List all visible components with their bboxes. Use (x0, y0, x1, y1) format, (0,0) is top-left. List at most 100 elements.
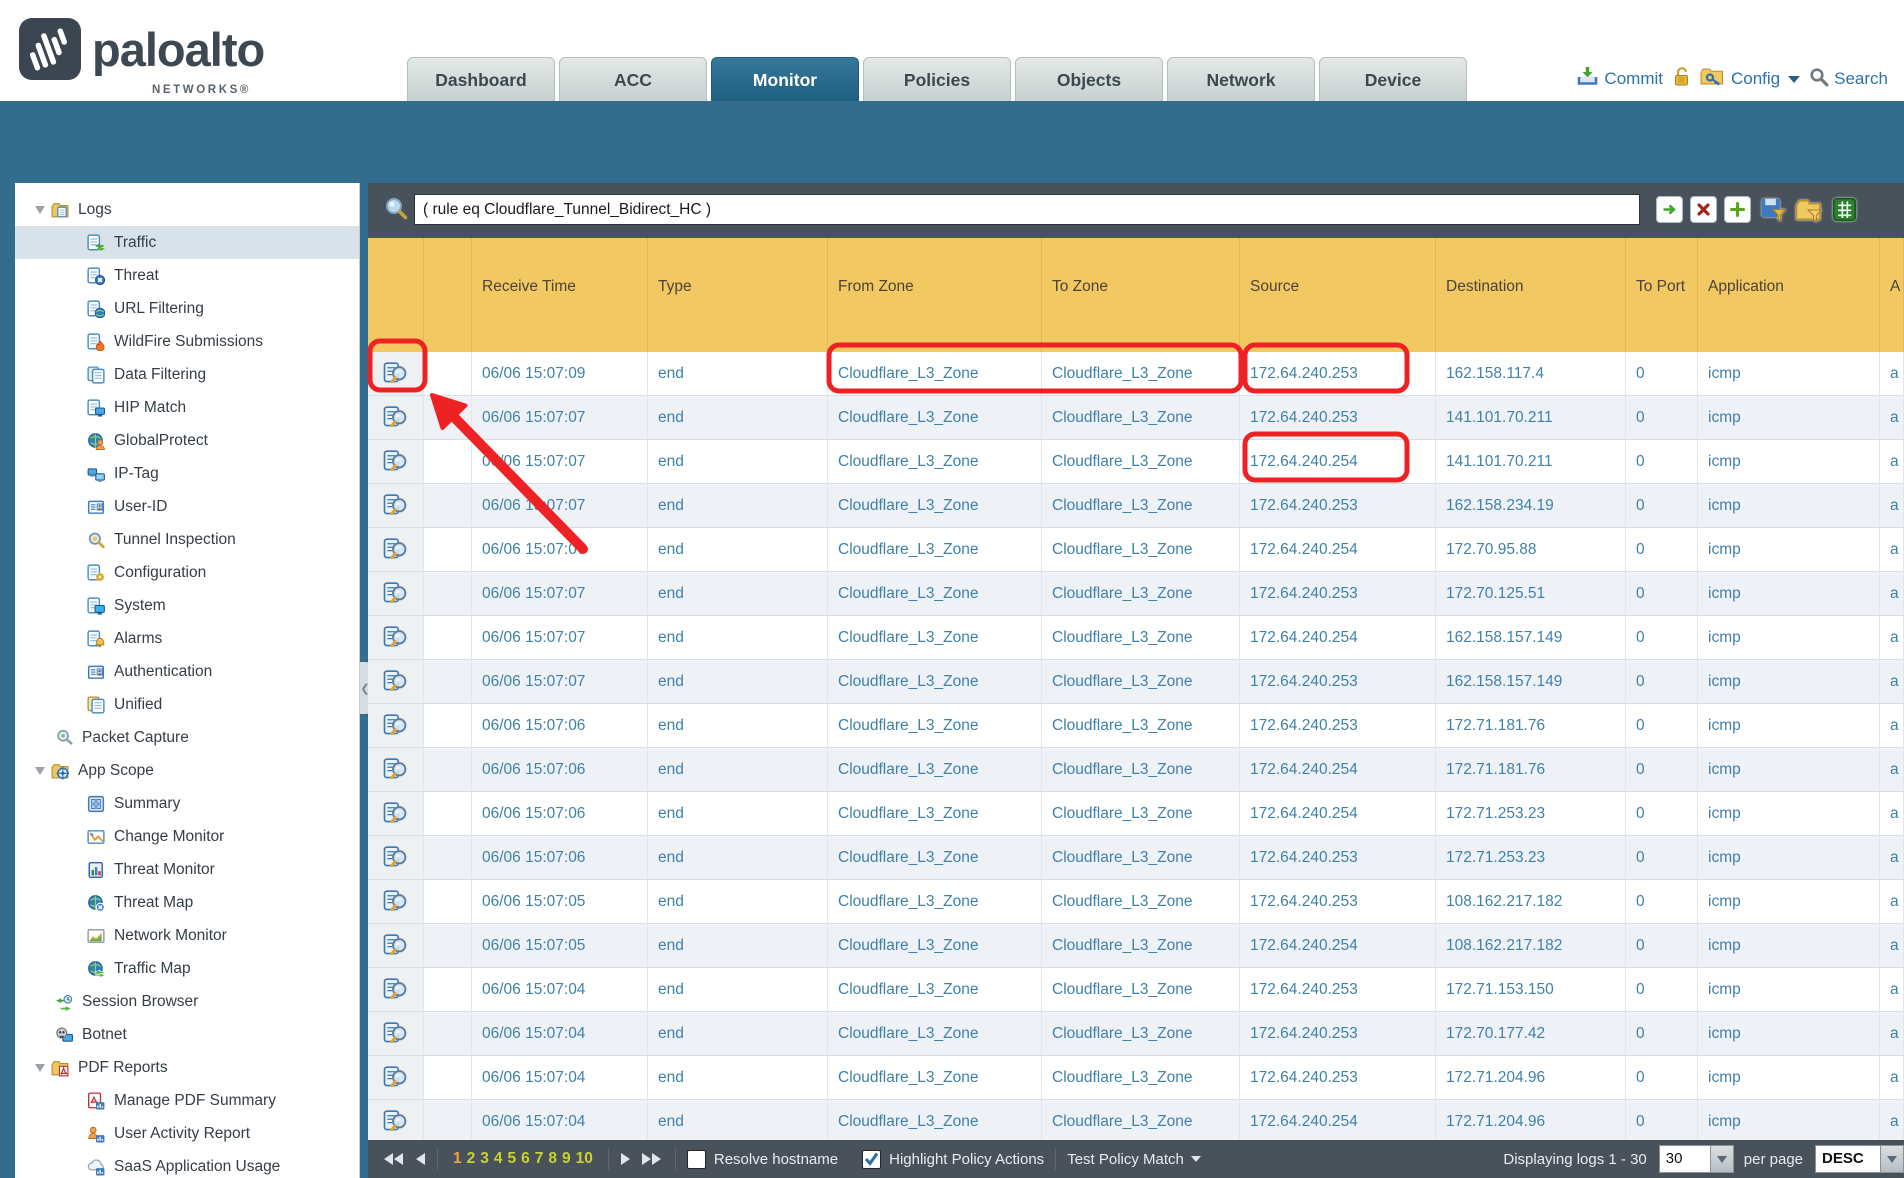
page-number-7[interactable]: 7 (535, 1150, 544, 1168)
cell-receive-time[interactable]: 06/06 15:07:06 (472, 748, 648, 792)
log-row[interactable]: 06/06 15:07:05endCloudflare_L3_ZoneCloud… (368, 924, 1904, 968)
cell-to-port[interactable]: 0 (1626, 1012, 1698, 1056)
log-detail-magnifier-icon[interactable] (368, 748, 424, 792)
search-button[interactable]: Search (1809, 67, 1888, 92)
per-page-dropdown-button[interactable] (1711, 1145, 1734, 1173)
tab-dashboard[interactable]: Dashboard (407, 57, 555, 101)
cell-from-zone[interactable]: Cloudflare_L3_Zone (828, 484, 1042, 528)
page-number-3[interactable]: 3 (480, 1150, 489, 1168)
sidebar-item-threat-monitor[interactable]: Threat Monitor (15, 853, 359, 886)
log-detail-magnifier-icon[interactable] (368, 484, 424, 528)
cell-action[interactable]: a (1880, 968, 1904, 1012)
sidebar-item-ip-tag[interactable]: IP-Tag (15, 457, 359, 490)
cell-source[interactable]: 172.64.240.253 (1240, 660, 1436, 704)
cell-source[interactable]: 172.64.240.254 (1240, 748, 1436, 792)
log-detail-magnifier-icon[interactable] (368, 440, 424, 484)
log-row[interactable]: 06/06 15:07:06endCloudflare_L3_ZoneCloud… (368, 704, 1904, 748)
tab-network[interactable]: Network (1167, 57, 1315, 101)
cell-from-zone[interactable]: Cloudflare_L3_Zone (828, 572, 1042, 616)
cell-action[interactable]: a (1880, 1056, 1904, 1100)
sidebar-item-url-filtering[interactable]: URL Filtering (15, 292, 359, 325)
cell-type[interactable]: end (648, 704, 828, 748)
column-header-destination[interactable]: Destination (1436, 238, 1626, 352)
cell-from-zone[interactable]: Cloudflare_L3_Zone (828, 880, 1042, 924)
last-page-icon[interactable] (640, 1152, 664, 1166)
cell-receive-time[interactable]: 06/06 15:07:07 (472, 440, 648, 484)
cell-to-port[interactable]: 0 (1626, 352, 1698, 396)
cell-from-zone[interactable]: Cloudflare_L3_Zone (828, 924, 1042, 968)
column-header-type[interactable]: Type (648, 238, 828, 352)
cell-source[interactable]: 172.64.240.253 (1240, 1056, 1436, 1100)
cell-destination[interactable]: 172.71.253.23 (1436, 836, 1626, 880)
sidebar-item-network-monitor[interactable]: Network Monitor (15, 919, 359, 952)
cell-action[interactable]: a (1880, 1012, 1904, 1056)
sidebar-item-session-browser[interactable]: Session Browser (15, 985, 359, 1018)
cell-destination[interactable]: 108.162.217.182 (1436, 924, 1626, 968)
cell-to-zone[interactable]: Cloudflare_L3_Zone (1042, 792, 1240, 836)
cell-to-port[interactable]: 0 (1626, 880, 1698, 924)
sidebar-item-pdf-reports[interactable]: PDF Reports (15, 1051, 359, 1084)
cell-source[interactable]: 172.64.240.254 (1240, 616, 1436, 660)
cell-type[interactable]: end (648, 1100, 828, 1144)
cell-action[interactable]: a (1880, 1100, 1904, 1144)
sidebar-item-manage-pdf-summary[interactable]: Manage PDF Summary (15, 1084, 359, 1117)
log-row[interactable]: 06/06 15:07:07endCloudflare_L3_ZoneCloud… (368, 572, 1904, 616)
log-detail-magnifier-icon[interactable] (368, 528, 424, 572)
column-header-flag[interactable] (424, 238, 472, 352)
log-row[interactable]: 06/06 15:07:06endCloudflare_L3_ZoneCloud… (368, 792, 1904, 836)
cell-to-zone[interactable]: Cloudflare_L3_Zone (1042, 616, 1240, 660)
sidebar-item-hip-match[interactable]: HIP Match (15, 391, 359, 424)
cell-receive-time[interactable]: 06/06 15:07:05 (472, 880, 648, 924)
cell-to-zone[interactable]: Cloudflare_L3_Zone (1042, 748, 1240, 792)
cell-receive-time[interactable]: 06/06 15:07:07 (472, 484, 648, 528)
cell-to-zone[interactable]: Cloudflare_L3_Zone (1042, 440, 1240, 484)
sidebar-item-change-monitor[interactable]: Change Monitor (15, 820, 359, 853)
cell-to-zone[interactable]: Cloudflare_L3_Zone (1042, 484, 1240, 528)
cell-source[interactable]: 172.64.240.253 (1240, 880, 1436, 924)
log-detail-magnifier-icon[interactable] (368, 1100, 424, 1144)
cell-source[interactable]: 172.64.240.253 (1240, 836, 1436, 880)
cell-action[interactable]: a (1880, 748, 1904, 792)
load-filter-icon[interactable] (1794, 196, 1823, 223)
cell-from-zone[interactable]: Cloudflare_L3_Zone (828, 968, 1042, 1012)
log-detail-magnifier-icon[interactable] (368, 660, 424, 704)
cell-receive-time[interactable]: 06/06 15:07:07 (472, 660, 648, 704)
add-filter-button[interactable] (1724, 196, 1751, 223)
cell-application[interactable]: icmp (1698, 836, 1880, 880)
log-row[interactable]: 06/06 15:07:07endCloudflare_L3_ZoneCloud… (368, 440, 1904, 484)
cell-to-zone[interactable]: Cloudflare_L3_Zone (1042, 1012, 1240, 1056)
cell-source[interactable]: 172.64.240.254 (1240, 528, 1436, 572)
cell-action[interactable]: a (1880, 396, 1904, 440)
log-filter-input[interactable] (414, 194, 1640, 225)
column-header-from-zone[interactable]: From Zone (828, 238, 1042, 352)
log-row[interactable]: 06/06 15:07:04endCloudflare_L3_ZoneCloud… (368, 1100, 1904, 1144)
cell-source[interactable]: 172.64.240.253 (1240, 396, 1436, 440)
cell-type[interactable]: end (648, 528, 828, 572)
cell-receive-time[interactable]: 06/06 15:07:04 (472, 1100, 648, 1144)
log-detail-magnifier-icon[interactable] (368, 924, 424, 968)
cell-application[interactable]: icmp (1698, 1056, 1880, 1100)
sidebar-item-user-id[interactable]: User-ID (15, 490, 359, 523)
cell-from-zone[interactable]: Cloudflare_L3_Zone (828, 1056, 1042, 1100)
cell-type[interactable]: end (648, 836, 828, 880)
cell-destination[interactable]: 172.71.153.150 (1436, 968, 1626, 1012)
cell-receive-time[interactable]: 06/06 15:07:07 (472, 396, 648, 440)
cell-destination[interactable]: 172.71.181.76 (1436, 748, 1626, 792)
sidebar-item-traffic-map[interactable]: Traffic Map (15, 952, 359, 985)
sort-order-select[interactable]: DESC (1815, 1145, 1904, 1173)
expand-triangle-icon[interactable] (33, 1064, 47, 1072)
log-row[interactable]: 06/06 15:07:06endCloudflare_L3_ZoneCloud… (368, 836, 1904, 880)
apply-filter-button[interactable] (1656, 196, 1683, 223)
cell-to-port[interactable]: 0 (1626, 572, 1698, 616)
sidebar-item-user-activity-report[interactable]: User Activity Report (15, 1117, 359, 1150)
cell-application[interactable]: icmp (1698, 484, 1880, 528)
cell-from-zone[interactable]: Cloudflare_L3_Zone (828, 704, 1042, 748)
sidebar-item-threat[interactable]: Threat (15, 259, 359, 292)
sidebar-item-unified[interactable]: Unified (15, 688, 359, 721)
cell-from-zone[interactable]: Cloudflare_L3_Zone (828, 440, 1042, 484)
cell-to-zone[interactable]: Cloudflare_L3_Zone (1042, 836, 1240, 880)
page-number-9[interactable]: 9 (562, 1150, 571, 1168)
cell-type[interactable]: end (648, 352, 828, 396)
page-number-2[interactable]: 2 (467, 1150, 476, 1168)
page-number-6[interactable]: 6 (521, 1150, 530, 1168)
